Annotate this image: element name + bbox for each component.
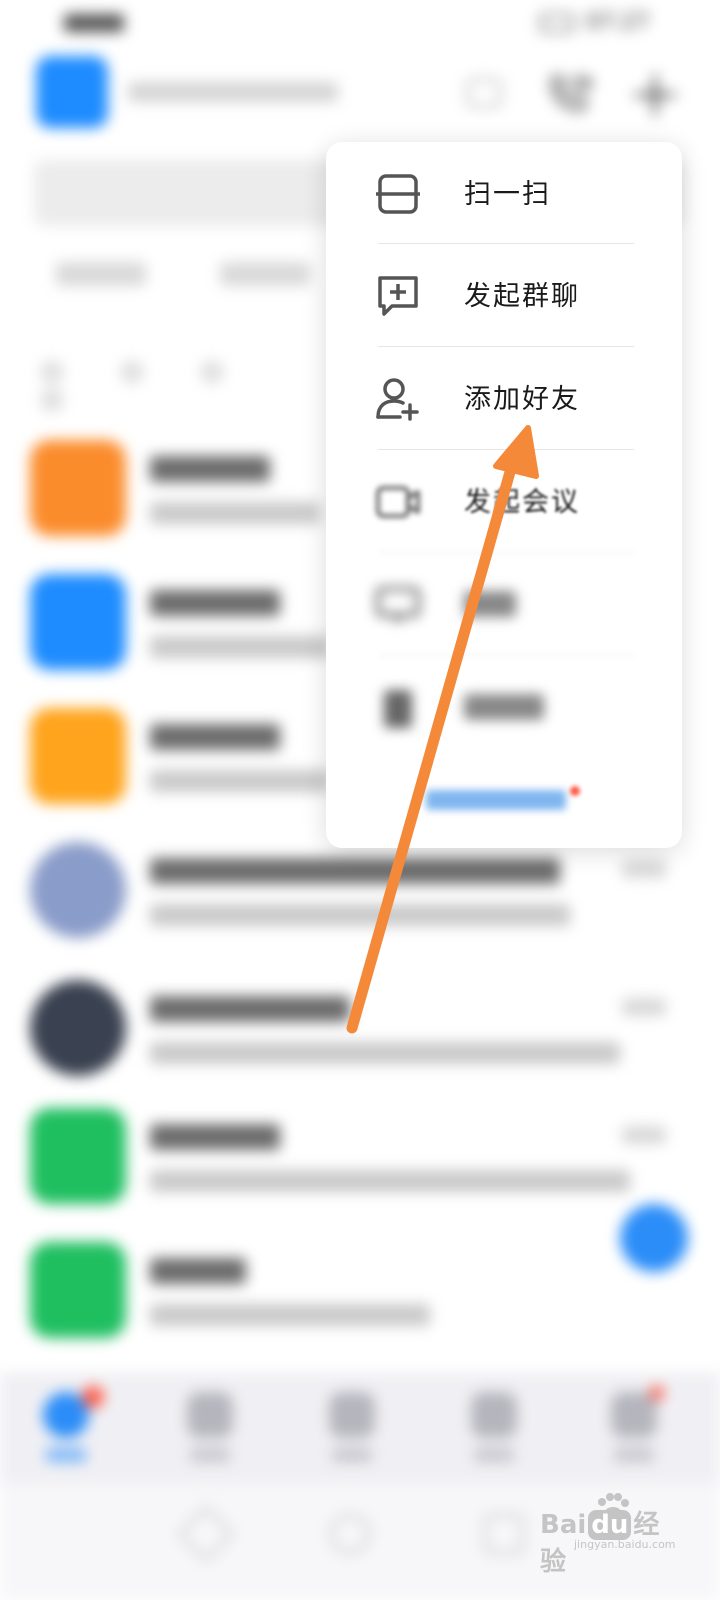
- home-icon[interactable]: [330, 1514, 370, 1554]
- video-meeting-icon: [376, 486, 420, 518]
- menu-label-placeholder: [464, 694, 544, 720]
- add-menu-popup: 扫一扫 发起群聊 添加好友 发起会议: [326, 142, 682, 848]
- menu-label: 扫一扫: [464, 179, 551, 210]
- quick-action[interactable]: [56, 262, 146, 286]
- docs-icon: [471, 1392, 517, 1438]
- screen-share-icon: [376, 587, 420, 623]
- tab-contacts[interactable]: [180, 1392, 240, 1472]
- menu-item-add-friend[interactable]: 添加好友: [326, 347, 682, 449]
- avatar: [30, 1108, 126, 1204]
- tab-workbench[interactable]: [322, 1392, 382, 1472]
- filter-chip[interactable]: [40, 388, 64, 412]
- avatar: [30, 1242, 126, 1338]
- list-item[interactable]: [0, 1108, 720, 1218]
- status-bar: 07:27: [0, 0, 720, 50]
- filter-chip[interactable]: [40, 360, 64, 384]
- chat-title: [150, 590, 280, 616]
- chat-time: [622, 1126, 666, 1144]
- recents-icon[interactable]: [484, 1514, 524, 1554]
- org-name[interactable]: [128, 82, 338, 102]
- menu-item-screen-share[interactable]: [326, 553, 682, 655]
- more-functions-link[interactable]: [426, 790, 566, 810]
- chat-title: [150, 1258, 246, 1284]
- chat-preview: [150, 904, 570, 926]
- chat-title: [150, 996, 350, 1022]
- workbench-icon: [329, 1392, 375, 1438]
- chat-preview: [150, 636, 330, 658]
- chat-preview: [150, 1042, 620, 1064]
- org-logo[interactable]: [36, 56, 108, 128]
- chat-title: [150, 858, 560, 884]
- list-item[interactable]: [0, 842, 720, 952]
- filter-chip[interactable]: [120, 360, 144, 384]
- baidu-watermark: Bai du 经验 jingyan.baidu.com: [540, 1492, 676, 1577]
- notification-icon[interactable]: [466, 78, 502, 108]
- watermark-brand: Bai: [540, 1510, 587, 1540]
- avatar: [30, 708, 126, 804]
- menu-item-start-meeting[interactable]: 发起会议: [326, 450, 682, 552]
- group-chat-icon: [378, 276, 418, 316]
- bottom-nav: [0, 1372, 720, 1484]
- unread-badge: [82, 1386, 104, 1408]
- filter-chip[interactable]: [200, 360, 224, 384]
- video-call-icon[interactable]: [546, 74, 592, 114]
- list-item[interactable]: [0, 1242, 720, 1352]
- signal-icon: [64, 14, 124, 32]
- chat-preview: [150, 770, 330, 792]
- quick-action[interactable]: [220, 262, 310, 286]
- contacts-icon: [187, 1392, 233, 1438]
- clipboard-icon: [384, 690, 412, 728]
- new-badge-dot: [570, 786, 580, 796]
- chat-title: [150, 456, 270, 482]
- tab-me[interactable]: [604, 1392, 664, 1472]
- menu-item-group-chat[interactable]: 发起群聊: [326, 244, 682, 346]
- menu-label: 添加好友: [464, 384, 580, 415]
- status-time: 07:27: [586, 10, 650, 35]
- compose-button[interactable]: [620, 1204, 688, 1272]
- chat-time: [622, 998, 666, 1016]
- filter-chips: [40, 360, 340, 412]
- menu-label: 发起会议: [464, 487, 580, 518]
- chat-preview: [150, 1170, 630, 1192]
- chat-time: [622, 860, 666, 878]
- avatar: [30, 980, 126, 1076]
- battery-icon: [540, 14, 574, 32]
- menu-item-scan[interactable]: 扫一扫: [326, 142, 682, 244]
- menu-label-placeholder: [464, 591, 516, 617]
- app-header: [0, 56, 720, 136]
- back-icon[interactable]: [177, 1505, 235, 1563]
- watermark-site: jingyan.baidu.com: [574, 1538, 676, 1551]
- list-item[interactable]: [0, 980, 720, 1090]
- chat-preview: [150, 502, 320, 524]
- plus-icon[interactable]: [632, 72, 678, 118]
- tab-docs[interactable]: [464, 1392, 524, 1472]
- menu-item-clipboard[interactable]: [326, 656, 682, 758]
- avatar: [30, 842, 126, 938]
- chat-title: [150, 1124, 280, 1150]
- add-friend-icon: [376, 378, 419, 421]
- menu-label: 发起群聊: [464, 281, 580, 312]
- profile-icon: [611, 1392, 657, 1438]
- chat-title: [150, 724, 280, 750]
- scan-icon: [376, 174, 420, 214]
- avatar: [30, 440, 126, 536]
- chat-preview: [150, 1304, 430, 1326]
- notification-dot: [650, 1386, 664, 1400]
- avatar: [30, 574, 126, 670]
